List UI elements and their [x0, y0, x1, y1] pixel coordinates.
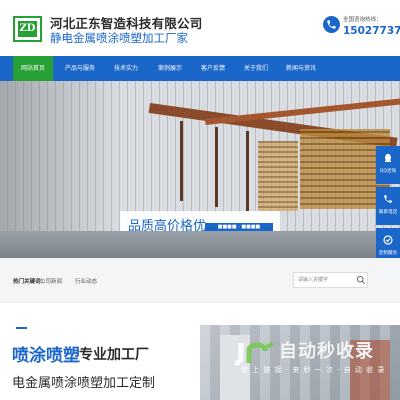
watermark-logo-icon [234, 341, 275, 366]
nav-item-about[interactable]: 关于我们 [234, 56, 278, 81]
search-box [293, 272, 368, 288]
hotline-label: 全国咨询热线： [343, 17, 382, 23]
search-input[interactable] [298, 273, 353, 287]
float-qq-label: QQ咨询 [379, 169, 397, 174]
site-header: ZD 河北正东智造科技有限公司 静电金属喷涂喷塑加工厂家 全国咨询热线： 150… [0, 0, 400, 56]
phone-icon [323, 16, 340, 33]
nav-item-products[interactable]: 产品与服务 [58, 56, 102, 81]
logo-mark: ZD [18, 21, 37, 37]
watermark-subtext: 做 上 链 接 · 来 秒 一 次 · 自 动 收 录 [241, 366, 386, 374]
float-phone-label: 联系电话 [378, 210, 398, 215]
hanging-parts [258, 141, 298, 211]
hero-tag: ■■■■ · ■■■■ [205, 223, 273, 231]
float-custom-label: 定制服务 [378, 251, 398, 256]
section-title-highlight: 喷涂喷塑 [12, 346, 80, 366]
hero-title: 品质高价格优 [128, 219, 207, 234]
company-tagline: 静电金属喷涂喷塑加工厂家 [50, 31, 188, 45]
search-icon[interactable] [356, 275, 366, 285]
section-title: 专业加工厂 [79, 347, 149, 363]
nav-item-news[interactable]: 新闻与资讯 [279, 56, 323, 81]
hot-link-industry-news[interactable]: 行业动态 [75, 277, 97, 285]
float-qq-button[interactable]: QQ咨询 [376, 146, 400, 184]
float-phone-button[interactable]: 联系电话 [376, 187, 400, 225]
watermark: 自动秒收录 做 上 链 接 · 来 秒 一 次 · 自 动 收 录 [233, 335, 400, 380]
qq-icon [385, 153, 391, 162]
section-subtitle: 电金属喷涂喷塑加工定制 [12, 376, 156, 391]
nav-item-feedback[interactable]: 客户反馈 [191, 56, 235, 81]
main-nav: 网站首页 产品与服务 技术实力 案例展示 客户反馈 关于我们 新闻与资讯 [0, 56, 400, 81]
custom-service-icon [383, 235, 393, 245]
hotline-number[interactable]: 15027737727 [343, 25, 400, 37]
phone-icon [384, 195, 392, 203]
nav-item-home[interactable]: 网站首页 [13, 56, 53, 81]
hot-link-company-news[interactable]: 公司新闻 [40, 277, 62, 285]
hero-banner[interactable]: 品质高价格优 ■■■■ · ■■■■ [0, 81, 400, 258]
nav-item-technology[interactable]: 技术实力 [104, 56, 148, 81]
company-logo[interactable]: ZD [13, 16, 42, 42]
page: ZD 河北正东智造科技有限公司 静电金属喷涂喷塑加工厂家 全国咨询热线： 150… [0, 0, 400, 400]
nav-item-cases[interactable]: 案例展示 [148, 56, 192, 81]
section-accent-line [16, 327, 27, 329]
watermark-text: 自动秒收录 [279, 341, 374, 362]
